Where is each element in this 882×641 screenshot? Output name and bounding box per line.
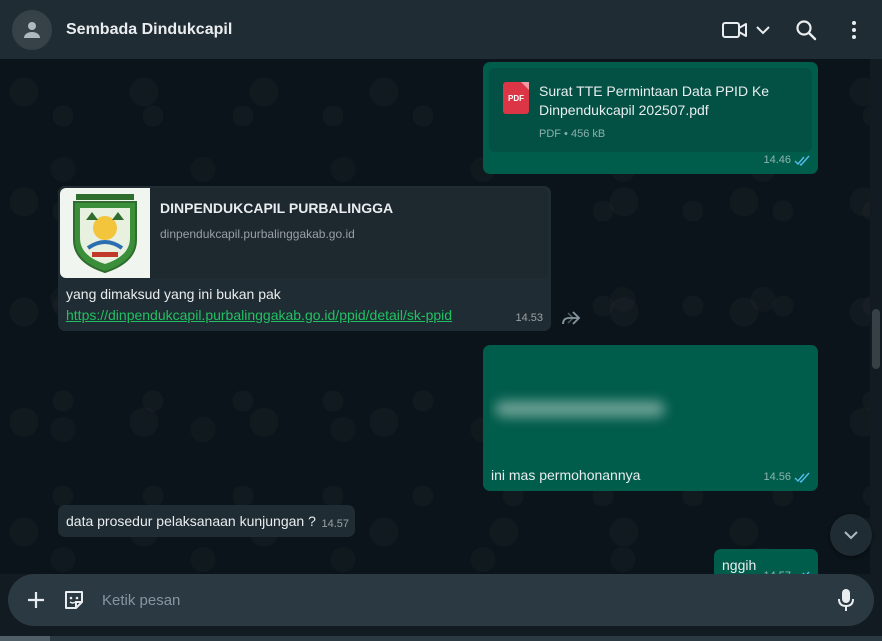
text-message[interactable]: data prosedur pelaksanaan kunjungan ? 14…	[58, 505, 355, 537]
search-icon	[796, 19, 817, 40]
attach-button[interactable]	[22, 586, 50, 614]
scroll-to-bottom-button[interactable]	[830, 514, 872, 556]
pdf-file-icon: PDF	[503, 82, 529, 114]
preview-title: DINPENDUKCAPIL PURBALINGGA	[160, 200, 394, 216]
preview-domain: dinpendukcapil.purbalinggakab.go.id	[160, 227, 355, 241]
time-text: 14.46	[763, 154, 791, 166]
message-time: 14.46	[763, 150, 810, 170]
image-caption: ini mas permohonannya	[491, 467, 641, 483]
sticker-icon	[65, 591, 83, 609]
video-camera-icon	[722, 21, 747, 38]
time-text: 14.57	[763, 566, 791, 574]
sticker-button[interactable]	[60, 586, 88, 614]
bottom-strip-accent	[0, 636, 50, 641]
pdf-icon-label: PDF	[508, 94, 524, 103]
document-message[interactable]: PDF Surat TTE Permintaan Data PPID Ke Di…	[483, 62, 818, 174]
chat-header: Sembada Dindukcapil	[0, 0, 882, 59]
bottom-strip	[0, 636, 882, 641]
link-message[interactable]: DINPENDUKCAPIL PURBALINGGA dinpendukcapi…	[58, 186, 551, 331]
regency-logo-icon	[73, 194, 137, 274]
video-call-button[interactable]	[722, 10, 772, 50]
message-body: yang dimaksud yang ini bukan pak	[66, 286, 281, 302]
composer	[0, 574, 882, 641]
time-text: 14.56	[763, 471, 791, 483]
chat-title[interactable]: Sembada Dindukcapil	[66, 21, 232, 39]
message-text: yang dimaksud yang ini bukan pak https:/…	[66, 284, 452, 326]
link-preview[interactable]: DINPENDUKCAPIL PURBALINGGA dinpendukcapi…	[60, 188, 548, 278]
forward-icon	[562, 311, 581, 325]
double-check-icon	[794, 155, 810, 166]
search-button[interactable]	[786, 10, 826, 50]
document-card[interactable]: PDF Surat TTE Permintaan Data PPID Ke Di…	[489, 68, 812, 152]
time-text: 14.57	[321, 518, 349, 530]
message-text: nggih	[722, 557, 757, 573]
preview-thumbnail	[60, 188, 150, 278]
message-link[interactable]: https://dinpendukcapil.purbalinggakab.go…	[66, 307, 452, 323]
double-check-icon	[794, 472, 810, 483]
message-time: 14.57	[321, 514, 349, 534]
message-text: data prosedur pelaksanaan kunjungan ?	[66, 513, 316, 529]
blurred-content	[495, 401, 665, 417]
text-message[interactable]: nggih 14.57	[714, 549, 818, 574]
forward-button[interactable]	[560, 309, 582, 332]
menu-button[interactable]	[840, 10, 868, 50]
message-time: 14.53	[515, 308, 543, 328]
blurred-image[interactable]	[489, 351, 812, 456]
document-meta: PDF • 456 kB	[539, 128, 606, 140]
message-time: 14.57	[763, 566, 810, 574]
message-input[interactable]	[102, 591, 832, 609]
scrollbar-thumb[interactable]	[872, 309, 880, 369]
document-info: Surat TTE Permintaan Data PPID Ke Dinpen…	[539, 82, 779, 152]
chat-area[interactable]: PDF Surat TTE Permintaan Data PPID Ke Di…	[0, 59, 870, 574]
kebab-menu-icon	[852, 20, 856, 39]
preview-text: DINPENDUKCAPIL PURBALINGGA dinpendukcapi…	[150, 188, 403, 278]
image-message[interactable]: ini mas permohonannya 14.56	[483, 345, 818, 491]
contact-avatar[interactable]	[12, 9, 52, 50]
chevron-down-icon	[844, 531, 858, 540]
message-time: 14.56	[763, 467, 810, 487]
time-text: 14.53	[515, 312, 543, 324]
document-name: Surat TTE Permintaan Data PPID Ke Dinpen…	[539, 83, 770, 118]
header-actions	[722, 0, 868, 59]
composer-box	[8, 574, 874, 626]
person-icon	[24, 21, 40, 38]
plus-icon	[28, 592, 44, 608]
chat-scrollbar[interactable]	[870, 59, 882, 574]
chevron-down-icon	[756, 25, 770, 34]
voice-message-button[interactable]	[832, 586, 860, 614]
microphone-icon	[838, 589, 854, 611]
